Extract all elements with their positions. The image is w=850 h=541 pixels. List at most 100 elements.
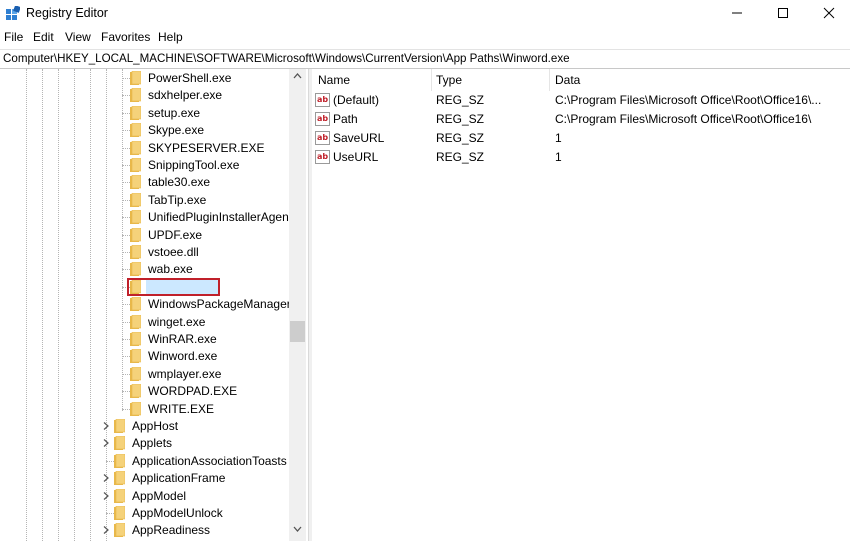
registry-editor-icon — [6, 6, 20, 20]
tree-node-label: WORDPAD.EXE — [148, 384, 238, 399]
folder-icon — [130, 297, 141, 312]
tree-connector — [122, 269, 130, 271]
maximize-icon — [778, 8, 788, 18]
tree-node-label: PowerShell.exe — [148, 71, 232, 85]
tree-guide — [90, 69, 91, 541]
expand-chevron-icon[interactable] — [102, 474, 110, 483]
folder-icon — [130, 245, 141, 259]
tree-node-label: SKYPESERVER.EXE — [148, 140, 265, 155]
tree-node-label: WindowsPackageManagerS — [148, 297, 299, 312]
menu-bar: File Edit View Favorites Help — [0, 28, 850, 46]
expand-chevron-icon[interactable] — [102, 526, 110, 535]
tree-node-label: AppModelUnlock — [132, 506, 223, 520]
tree-node-label: AppModel — [132, 488, 187, 503]
value-data: 1 — [555, 131, 562, 145]
folder-icon — [130, 140, 141, 155]
value-data: C:\Program Files\Microsoft Office\Root\O… — [555, 93, 822, 107]
column-header-name[interactable]: Name — [312, 69, 432, 91]
tree-node-label: Applets — [132, 436, 173, 451]
tree-connector — [122, 339, 130, 340]
tree-connector — [122, 130, 130, 132]
tree-node-label: TabTip.exe — [148, 192, 207, 207]
tree-node-label: sdxhelper.exe — [148, 88, 223, 103]
value-name: UseURL — [333, 150, 379, 164]
expand-chevron-icon[interactable] — [102, 491, 110, 500]
tree-connector — [122, 234, 130, 236]
address-path[interactable]: Computer\HKEY_LOCAL_MACHINE\SOFTWARE\Mic… — [3, 52, 570, 65]
scroll-up-icon[interactable] — [293, 73, 302, 79]
folder-icon — [130, 175, 141, 190]
close-button[interactable] — [806, 0, 850, 26]
menu-file[interactable]: File — [4, 30, 23, 44]
tree-node-label: WRITE.EXE — [148, 401, 215, 416]
tree-node-label: table30.exe — [148, 175, 211, 190]
value-type: REG_SZ — [436, 150, 485, 164]
tree-guide — [74, 69, 75, 541]
tree-node-label: Skype.exe — [148, 123, 205, 138]
folder-icon — [130, 71, 141, 85]
value-row[interactable]: ab (Default) REG_SZ C:\Program Files\Mic… — [312, 91, 850, 110]
folder-icon — [114, 506, 125, 520]
menu-edit[interactable]: Edit — [33, 30, 54, 44]
folder-icon — [130, 349, 141, 364]
address-bar[interactable]: Computer\HKEY_LOCAL_MACHINE\SOFTWARE\Mic… — [0, 49, 850, 69]
tree-connector — [122, 217, 130, 219]
tree-node-label: UPDF.exe — [148, 227, 203, 242]
tree-node-label: wmplayer.exe — [148, 366, 222, 381]
tree-node-label: Winword.exe — [148, 349, 218, 364]
folder-icon — [114, 453, 125, 468]
folder-icon — [130, 314, 141, 329]
folder-icon — [130, 332, 141, 346]
tree-guide — [42, 69, 43, 541]
tree-node-label: ApplicationFrame — [132, 471, 226, 486]
menu-favorites[interactable]: Favorites — [101, 30, 150, 44]
tree-node-label: wab.exe — [148, 262, 193, 277]
folder-icon — [114, 471, 125, 486]
value-data: 1 — [555, 150, 562, 164]
folder-icon — [130, 123, 141, 138]
column-header-data[interactable]: Data — [549, 69, 850, 91]
tree-connector — [122, 304, 130, 306]
expand-chevron-icon[interactable] — [102, 439, 110, 448]
tree-connector — [122, 356, 130, 358]
tree-connector — [122, 95, 130, 97]
scroll-thumb[interactable] — [290, 321, 305, 342]
value-row[interactable]: ab Path REG_SZ C:\Program Files\Microsof… — [312, 110, 850, 129]
folder-icon — [130, 401, 141, 416]
minimize-button[interactable] — [714, 0, 760, 26]
folder-icon — [114, 436, 125, 451]
folder-icon — [130, 158, 141, 172]
tree-connector — [122, 199, 130, 201]
folder-icon — [130, 384, 141, 399]
folder-icon — [130, 88, 141, 103]
menu-help[interactable]: Help — [158, 30, 183, 44]
tree-connector — [122, 391, 130, 393]
tree-node-label: vstoee.dll — [148, 245, 199, 259]
column-header-type[interactable]: Type — [430, 69, 550, 91]
close-icon — [823, 7, 835, 19]
tree-node-label: setup.exe — [148, 105, 201, 120]
string-value-icon: ab — [315, 150, 330, 164]
folder-icon — [130, 210, 141, 225]
tree-node-label: WinRAR.exe — [148, 332, 217, 346]
string-value-icon: ab — [315, 112, 330, 126]
tree-node-label: SnippingTool.exe — [148, 158, 240, 172]
folder-icon — [130, 105, 141, 120]
menu-view[interactable]: View — [65, 30, 91, 44]
value-name: Path — [333, 112, 358, 126]
tree-connector — [122, 147, 130, 149]
tree-node-label: winget.exe — [148, 314, 206, 329]
title-bar: Registry Editor — [0, 0, 850, 26]
folder-icon — [114, 488, 125, 503]
scroll-down-icon[interactable] — [293, 526, 302, 532]
expand-chevron-icon[interactable] — [102, 422, 110, 430]
tree-connector — [122, 112, 130, 114]
value-row[interactable]: ab SaveURL REG_SZ 1 — [312, 129, 850, 148]
tree-scrollbar[interactable] — [289, 69, 306, 541]
value-type: REG_SZ — [436, 93, 485, 107]
string-value-icon: ab — [315, 93, 330, 107]
values-list: Name Type Data ab (Default) REG_SZ C:\Pr… — [312, 69, 850, 541]
maximize-button[interactable] — [760, 0, 806, 26]
tree-connector — [122, 252, 130, 253]
value-row[interactable]: ab UseURL REG_SZ 1 — [312, 148, 850, 167]
